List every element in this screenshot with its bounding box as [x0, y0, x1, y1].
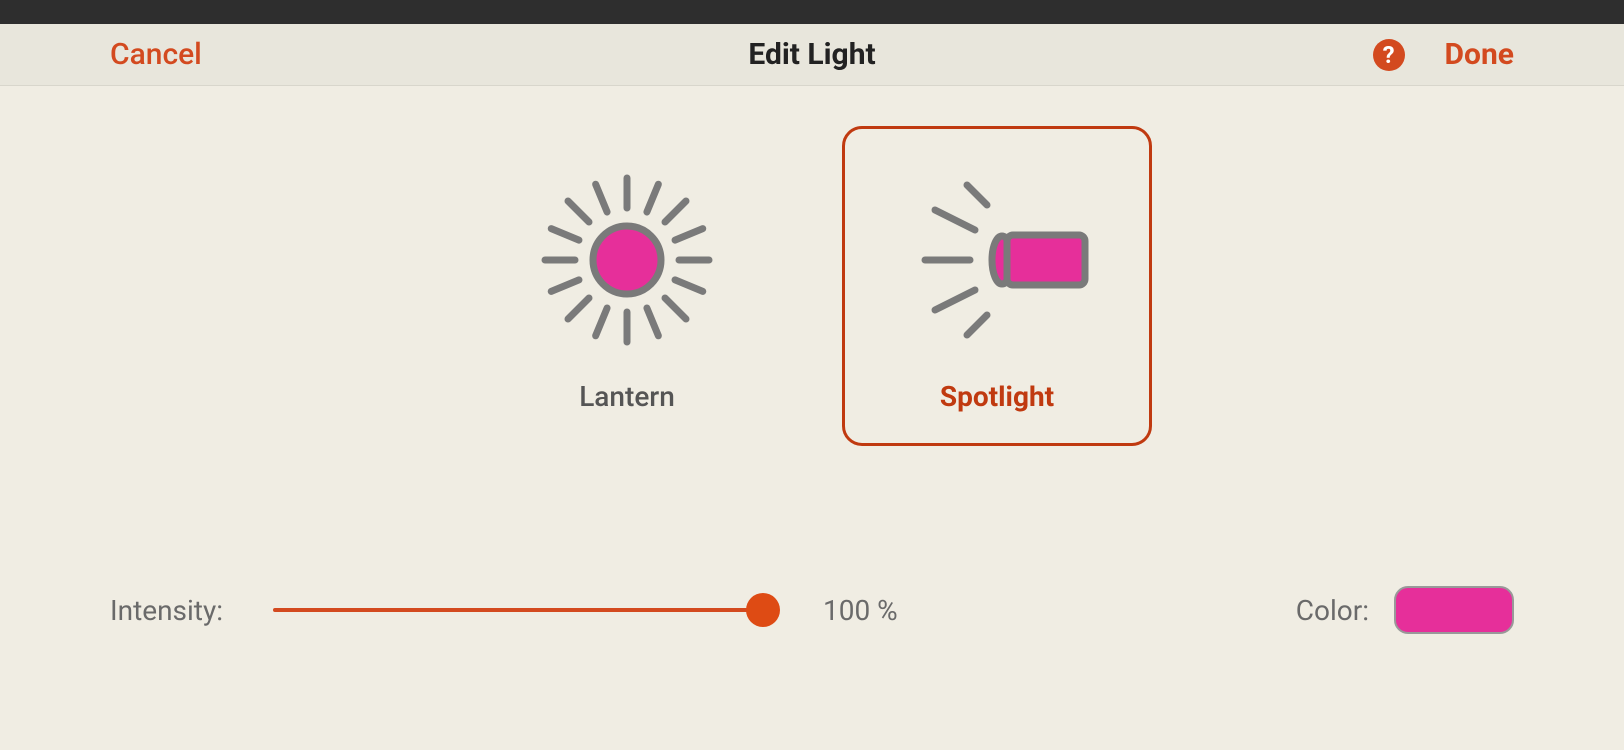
lantern-label: Lantern: [579, 380, 675, 413]
color-section: Color:: [1296, 586, 1514, 634]
controls-row: Intensity: 100 % Color:: [0, 586, 1624, 634]
intensity-value: 100 %: [823, 594, 898, 627]
color-swatch[interactable]: [1394, 586, 1514, 634]
done-button[interactable]: Done: [1445, 37, 1514, 72]
intensity-slider[interactable]: [273, 595, 763, 625]
color-label: Color:: [1296, 594, 1369, 627]
page-title: Edit Light: [748, 37, 875, 72]
lantern-icon: [527, 160, 727, 360]
content-area: Lantern Spotlight Intensi: [0, 86, 1624, 634]
spotlight-icon: [897, 160, 1097, 360]
light-type-lantern[interactable]: Lantern: [472, 126, 782, 446]
top-dark-bar: [0, 0, 1624, 24]
slider-track: [273, 608, 763, 612]
intensity-label: Intensity:: [110, 594, 223, 627]
help-icon[interactable]: ?: [1373, 39, 1405, 71]
light-type-options: Lantern Spotlight: [472, 126, 1152, 446]
header-right-controls: ? Done: [1373, 37, 1514, 72]
cancel-button[interactable]: Cancel: [110, 37, 202, 72]
spotlight-label: Spotlight: [940, 380, 1054, 413]
slider-thumb[interactable]: [746, 593, 780, 627]
header-bar: Cancel Edit Light ? Done: [0, 24, 1624, 86]
light-type-spotlight[interactable]: Spotlight: [842, 126, 1152, 446]
